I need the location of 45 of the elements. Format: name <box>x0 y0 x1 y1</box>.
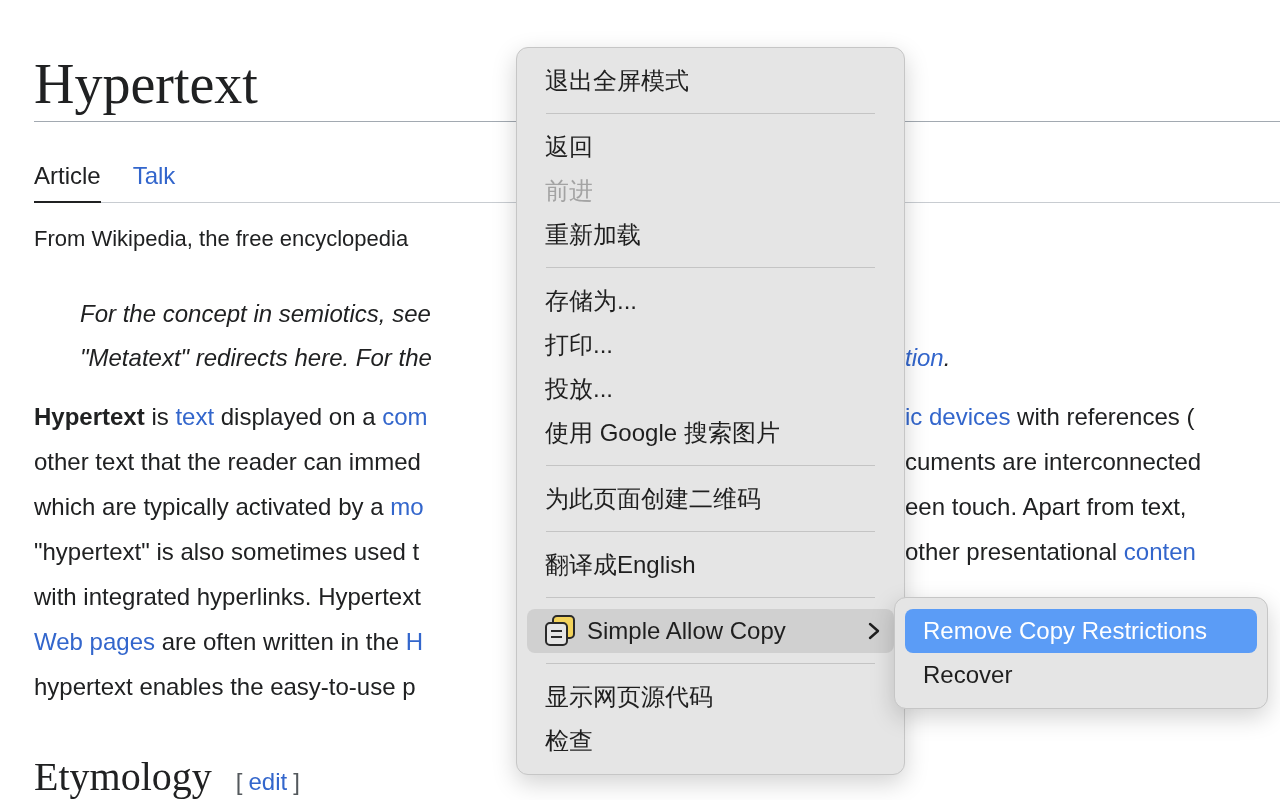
extension-icon <box>543 614 577 648</box>
paragraph-text: Web pages are often written in the H <box>34 628 424 655</box>
bracket: ] <box>293 767 300 797</box>
paragraph-text: ic devices with references ( <box>905 403 1195 430</box>
paragraph-text: "hypertext" is also sometimes used t <box>34 538 420 565</box>
menu-item[interactable]: 检查 <box>527 719 894 763</box>
menu-item[interactable]: 重新加载 <box>527 213 894 257</box>
paragraph-text: hypertext enables the easy-to-use p <box>34 673 416 700</box>
paragraph-text: For the concept in semiotics, see <box>80 300 431 327</box>
paragraph-text: "Metatext" redirects here. For the <box>80 344 432 371</box>
edit-link[interactable]: edit <box>248 764 288 800</box>
link[interactable]: text <box>175 403 215 430</box>
menu-item[interactable]: 使用 Google 搜索图片 <box>527 411 894 455</box>
menu-item[interactable]: 打印... <box>527 323 894 367</box>
link[interactable]: ic devices <box>905 403 1011 430</box>
link[interactable]: com <box>382 403 428 430</box>
paragraph-text: other presentational conten <box>905 538 1196 565</box>
link[interactable]: tion <box>905 344 944 371</box>
menu-item[interactable]: 翻译成English <box>527 543 894 587</box>
menu-item[interactable]: 显示网页源代码 <box>527 675 894 719</box>
page-title: Hypertext <box>34 52 258 116</box>
link[interactable]: mo <box>390 493 424 520</box>
paragraph-text: tion. <box>905 344 951 371</box>
menu-item[interactable]: 退出全屏模式 <box>527 59 894 103</box>
tab[interactable]: Article <box>34 160 101 203</box>
paragraph-text: cuments are interconnected <box>905 448 1202 475</box>
menu-item[interactable]: 为此页面创建二维码 <box>527 477 894 521</box>
section-heading: Etymology <box>34 753 212 800</box>
menu-item[interactable]: 返回 <box>527 125 894 169</box>
paragraph-text: een touch. Apart from text, <box>905 493 1187 520</box>
paragraph-text: with integrated hyperlinks. Hypertext <box>34 583 421 610</box>
paragraph-text: Hypertext is text displayed on a com <box>34 403 428 430</box>
paragraph-text: which are typically activated by a mo <box>34 493 424 520</box>
chevron-right-icon <box>868 622 880 640</box>
menu-item[interactable]: Simple Allow Copy <box>527 609 894 653</box>
menu-item[interactable]: 存储为... <box>527 279 894 323</box>
tagline: From Wikipedia, the free encyclopedia <box>34 225 409 253</box>
menu-item[interactable]: Recover <box>905 653 1257 697</box>
link[interactable]: conten <box>1123 538 1196 565</box>
link[interactable]: H <box>405 628 424 655</box>
link[interactable]: Web pages <box>34 628 155 655</box>
menu-item[interactable]: 投放... <box>527 367 894 411</box>
tab[interactable]: Talk <box>132 160 176 202</box>
bracket: [ <box>235 767 243 797</box>
paragraph-text: other text that the reader can immed <box>34 448 421 475</box>
